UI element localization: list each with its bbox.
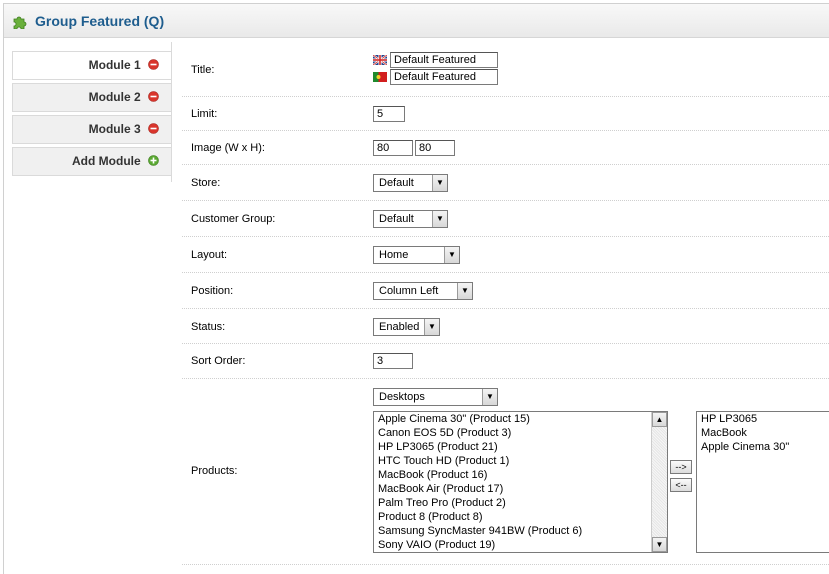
list-item[interactable]: Product 8 (Product 8) xyxy=(374,510,667,524)
puzzle-piece-icon xyxy=(13,16,27,29)
status-row: Status: Enabled ▼ xyxy=(182,309,829,344)
layout-row: Layout: Home ▼ xyxy=(182,237,829,273)
sort-order-label: Sort Order: xyxy=(191,355,246,367)
remove-icon[interactable] xyxy=(148,123,159,135)
status-label: Status: xyxy=(191,321,226,333)
sort-order-row: Sort Order: xyxy=(182,344,829,379)
position-label: Position: xyxy=(191,285,234,297)
customer-group-label: Customer Group: xyxy=(191,213,276,225)
list-item[interactable]: HP LP3065 xyxy=(697,412,829,426)
store-select[interactable]: Default ▼ xyxy=(373,174,448,192)
list-item[interactable]: MacBook xyxy=(697,426,829,440)
image-label: Image (W x H): xyxy=(191,142,265,154)
remove-icon[interactable] xyxy=(148,59,159,71)
limit-input[interactable] xyxy=(373,106,405,122)
module-form: Title: Limit: Image (W x H): Store: xyxy=(182,46,829,565)
remove-icon[interactable] xyxy=(148,91,159,103)
sort-order-input[interactable] xyxy=(373,353,413,369)
title-row: Title: xyxy=(182,46,829,97)
tab-module-1[interactable]: Module 1 xyxy=(12,51,171,80)
selected-products-list[interactable]: HP LP3065 MacBook Apple Cinema 30" xyxy=(696,411,829,553)
uk-flag-icon xyxy=(373,55,387,66)
tab-label: Module 1 xyxy=(88,58,141,72)
tab-label: Add Module xyxy=(72,154,141,168)
available-products-list[interactable]: Apple Cinema 30" (Product 15) Canon EOS … xyxy=(373,411,668,553)
status-select[interactable]: Enabled ▼ xyxy=(373,318,440,336)
page-title: Group Featured (Q) xyxy=(35,13,165,29)
limit-label: Limit: xyxy=(191,108,218,120)
category-select[interactable]: Desktops ▼ xyxy=(373,388,498,406)
list-item[interactable]: Canon EOS 5D (Product 3) xyxy=(374,426,667,440)
layout-value: Home xyxy=(379,249,409,261)
title-en-input[interactable] xyxy=(390,52,498,68)
add-icon[interactable] xyxy=(148,155,159,167)
customer-group-value: Default xyxy=(379,213,414,225)
title-fields xyxy=(373,52,498,85)
customer-group-select[interactable]: Default ▼ xyxy=(373,210,448,228)
list-item[interactable]: Apple Cinema 30" (Product 15) xyxy=(374,412,667,426)
chevron-down-icon: ▼ xyxy=(457,283,472,299)
scrollbar[interactable]: ▲ ▼ xyxy=(651,412,667,552)
layout-select[interactable]: Home ▼ xyxy=(373,246,460,264)
title-label: Title: xyxy=(191,64,215,76)
list-item[interactable]: Samsung SyncMaster 941BW (Product 6) xyxy=(374,524,667,538)
layout-label: Layout: xyxy=(191,249,228,261)
limit-row: Limit: xyxy=(182,97,829,131)
image-row: Image (W x H): xyxy=(182,131,829,165)
chevron-down-icon: ▼ xyxy=(444,247,459,263)
tabs-divider xyxy=(171,42,172,182)
chevron-down-icon: ▼ xyxy=(482,389,497,405)
list-item[interactable]: Sony VAIO (Product 19) xyxy=(374,538,667,552)
pt-flag-icon xyxy=(373,72,387,83)
customer-group-row: Customer Group: Default ▼ xyxy=(182,201,829,237)
store-label: Store: xyxy=(191,177,221,189)
position-value: Column Left xyxy=(379,285,439,297)
tab-module-3[interactable]: Module 3 xyxy=(12,115,171,144)
chevron-down-icon: ▼ xyxy=(432,211,447,227)
products-label: Products: xyxy=(191,465,238,477)
store-value: Default xyxy=(379,177,414,189)
image-width-input[interactable] xyxy=(373,140,413,156)
products-row: Products: Desktops ▼ Apple Cinema 30" (P… xyxy=(182,379,829,565)
list-item[interactable]: Apple Cinema 30" xyxy=(697,440,829,454)
list-item[interactable]: HP LP3065 (Product 21) xyxy=(374,440,667,454)
category-value: Desktops xyxy=(379,391,425,403)
module-tabs: Module 1 Module 2 Module 3 Add Module xyxy=(12,51,171,179)
tab-module-2[interactable]: Module 2 xyxy=(12,83,171,112)
store-row: Store: Default ▼ xyxy=(182,165,829,201)
image-fields xyxy=(373,140,455,156)
position-row: Position: Column Left ▼ xyxy=(182,273,829,309)
module-panel: Group Featured (Q) Module 1 Module 2 Mod… xyxy=(3,3,829,574)
tab-label: Module 3 xyxy=(88,122,141,136)
tab-label: Module 2 xyxy=(88,90,141,104)
list-item[interactable]: MacBook (Product 16) xyxy=(374,468,667,482)
scroll-up-icon[interactable]: ▲ xyxy=(652,412,667,427)
image-height-input[interactable] xyxy=(415,140,455,156)
add-product-button[interactable]: --> xyxy=(670,460,692,474)
position-select[interactable]: Column Left ▼ xyxy=(373,282,473,300)
list-item[interactable]: Palm Treo Pro (Product 2) xyxy=(374,496,667,510)
scroll-down-icon[interactable]: ▼ xyxy=(652,537,667,552)
chevron-down-icon: ▼ xyxy=(432,175,447,191)
remove-product-button[interactable]: <-- xyxy=(670,478,692,492)
list-item[interactable]: HTC Touch HD (Product 1) xyxy=(374,454,667,468)
status-value: Enabled xyxy=(379,321,420,333)
panel-heading: Group Featured (Q) xyxy=(4,4,829,38)
add-module-tab[interactable]: Add Module xyxy=(12,147,171,176)
list-item[interactable]: MacBook Air (Product 17) xyxy=(374,482,667,496)
chevron-down-icon: ▼ xyxy=(424,319,439,335)
title-pt-input[interactable] xyxy=(390,69,498,85)
